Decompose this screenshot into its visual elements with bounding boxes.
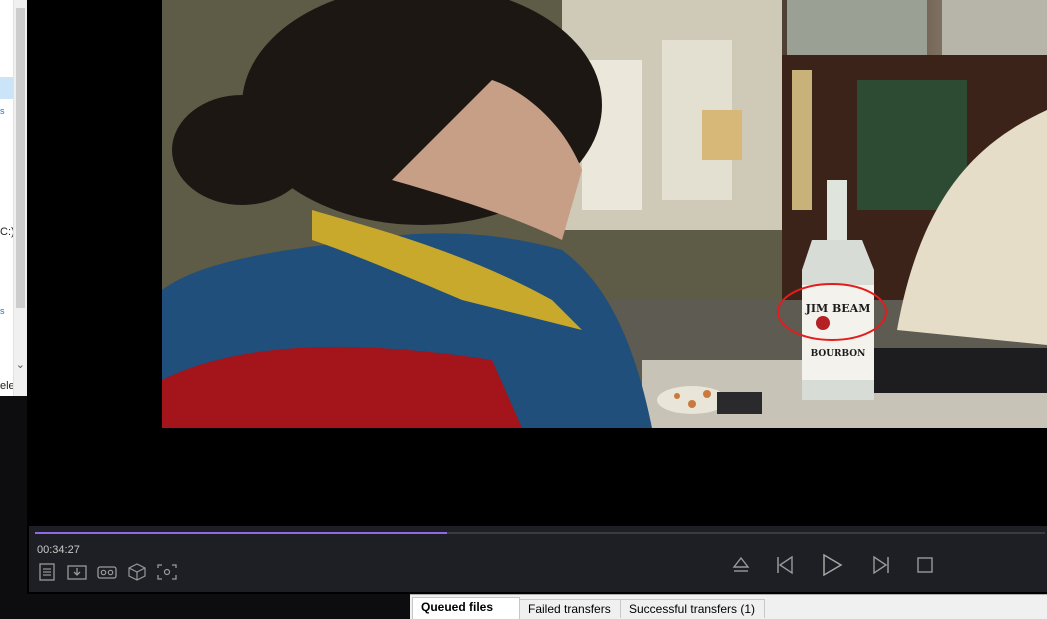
current-time: 00:34:27 <box>37 544 80 556</box>
progress-fill <box>35 532 448 534</box>
screenshot-icon[interactable] <box>157 563 177 581</box>
bottle-label-top: JIM BEAM <box>805 302 871 315</box>
media-player: JIM BEAM BOURBON 00:34:27 <box>27 0 1047 594</box>
tab-queued-files[interactable]: Queued files <box>412 597 520 619</box>
tab-successful-transfers[interactable]: Successful transfers (1) <box>620 599 765 618</box>
explorer-link-fragment-2[interactable]: s <box>0 306 5 316</box>
stop-icon[interactable] <box>913 553 937 577</box>
selected-row[interactable] <box>0 77 14 99</box>
chevron-down-icon[interactable]: ⌄ <box>16 358 25 371</box>
explorer-scroll-thumb[interactable] <box>16 8 25 308</box>
explorer-scrollbar[interactable]: ⌄ <box>13 0 27 396</box>
download-icon[interactable] <box>67 563 87 581</box>
explorer-link-fragment[interactable]: s <box>0 106 5 116</box>
vr-icon[interactable] <box>97 563 117 581</box>
transfer-tabs: Queued files Failed transfers Successful… <box>410 594 1047 619</box>
video-scene: JIM BEAM BOURBON <box>162 0 1047 428</box>
explorer-window-fragment: s C:) s elect ⌄ <box>0 0 28 396</box>
previous-icon[interactable] <box>773 553 797 577</box>
player-control-bar: 00:34:27 <box>29 526 1047 592</box>
video-frame[interactable]: JIM BEAM BOURBON <box>162 0 1047 428</box>
playlist-icon[interactable] <box>37 563 57 581</box>
eject-icon[interactable] <box>729 553 753 577</box>
progress-bar[interactable] <box>35 532 1045 534</box>
play-icon[interactable] <box>819 553 843 577</box>
tab-failed-transfers[interactable]: Failed transfers <box>519 599 621 618</box>
3d-cube-icon[interactable] <box>127 563 147 581</box>
next-icon[interactable] <box>869 553 893 577</box>
bottle-label-bottom: BOURBON <box>811 349 866 359</box>
